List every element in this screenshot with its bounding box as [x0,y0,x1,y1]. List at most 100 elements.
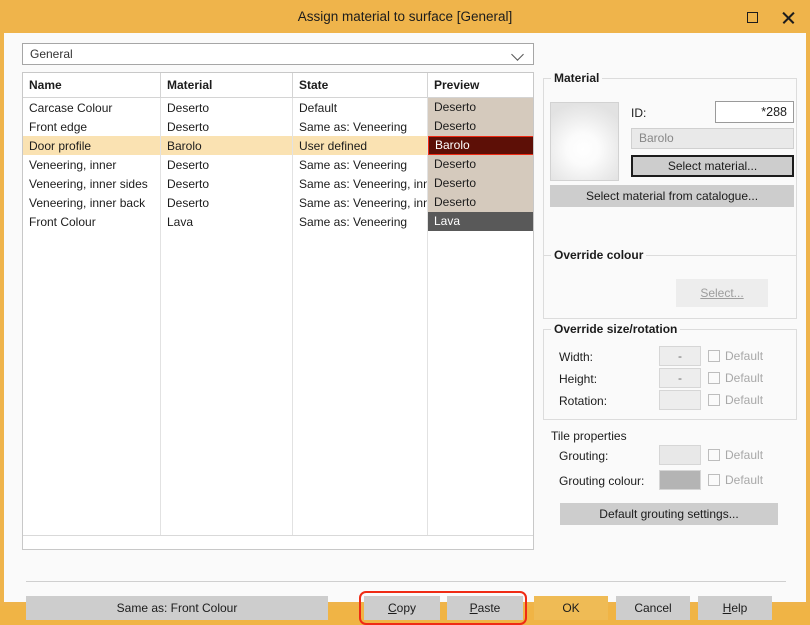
copy-button[interactable]: Copy [364,596,440,620]
table-row[interactable]: Veneering, inner sidesDesertoSame as: Ve… [23,174,534,193]
cell-preview: Deserto [428,155,535,174]
cell-material: Deserto [161,193,293,212]
chevron-down-icon [513,49,525,61]
surface-table[interactable]: Name Material State Preview Carcase Colo… [22,72,534,550]
tile-properties-title: Tile properties [551,429,627,443]
preview-swatch[interactable]: Lava [428,212,534,231]
table-filler-row [23,383,534,402]
column-header-material[interactable]: Material [161,73,293,98]
same-as-label: Same as: Front Colour [117,601,238,615]
table-filler-row [23,231,534,250]
rotation-label: Rotation: [559,394,607,408]
help-button[interactable]: Help [698,596,772,620]
preview-swatch[interactable]: Deserto [428,193,534,212]
material-id-field[interactable]: *288 [715,101,794,123]
checkbox-icon [708,350,720,362]
close-button[interactable] [774,6,802,28]
cell-name: Front Colour [23,212,161,231]
ok-label: OK [562,601,579,615]
width-label: Width: [559,350,593,364]
table-row[interactable]: Veneering, inner backDesertoSame as: Ven… [23,193,534,212]
preview-swatch[interactable]: Barolo [428,136,534,155]
cell-state: Same as: Veneering [293,117,428,136]
table-filler-row [23,345,534,364]
grouting-swatch[interactable] [659,445,701,465]
table-filler-row [23,478,534,497]
table-filler-row [23,497,534,516]
cell-state: Same as: Veneering [293,155,428,174]
material-name-field[interactable]: Barolo [631,128,794,149]
column-header-name[interactable]: Name [23,73,161,98]
table-filler-row [23,459,534,478]
table-row[interactable]: Door profileBaroloUser definedBarolo [23,136,534,155]
table-filler-row [23,269,534,288]
width-input[interactable]: - [659,346,701,366]
table-row[interactable]: Carcase ColourDesertoDefaultDeserto [23,98,534,118]
category-dropdown[interactable]: General [22,43,534,65]
paste-button[interactable]: Paste [447,596,523,620]
grouting-label: Grouting: [559,449,608,463]
ok-button[interactable]: OK [534,596,608,620]
cancel-label: Cancel [634,601,671,615]
material-id-label: ID: [631,106,646,120]
table-filler-row [23,288,534,307]
footer-divider [26,581,786,582]
table-filler-row [23,440,534,459]
maximize-icon [747,12,758,23]
table-filler-row [23,516,534,536]
same-as-front-colour-button[interactable]: Same as: Front Colour [26,596,328,620]
table-row[interactable]: Veneering, inner DesertoSame as: Veneerin… [23,155,534,174]
override-colour-select-label: Select... [700,286,743,300]
cell-material: Deserto [161,98,293,118]
height-default-checkbox[interactable]: Default [708,368,763,388]
override-colour-title: Override colour [551,248,646,262]
cell-material: Deserto [161,117,293,136]
column-header-preview[interactable]: Preview [428,73,535,98]
width-default-label: Default [725,349,763,363]
width-default-checkbox[interactable]: Default [708,346,763,366]
checkbox-icon [708,449,720,461]
height-input[interactable]: - [659,368,701,388]
column-header-state[interactable]: State [293,73,428,98]
cell-preview: Deserto [428,98,535,118]
dialog-body: General Name Material State Preview Carc… [4,33,806,602]
grouting-colour-swatch[interactable] [659,470,701,490]
checkbox-icon [708,474,720,486]
rotation-default-checkbox[interactable]: Default [708,390,763,410]
height-label: Height: [559,372,597,386]
preview-swatch[interactable]: Deserto [428,155,534,174]
cell-state: User defined [293,136,428,155]
table-filler-row [23,421,534,440]
cell-name: Veneering, inner back [23,193,161,212]
cell-name: Door profile [23,136,161,155]
checkbox-icon [708,394,720,406]
cancel-button[interactable]: Cancel [616,596,690,620]
override-colour-select-button[interactable]: Select... [676,279,768,307]
table-filler-row [23,250,534,269]
select-material-button[interactable]: Select material... [631,155,794,177]
default-grouting-settings-button[interactable]: Default grouting settings... [560,503,778,525]
cell-material: Deserto [161,174,293,193]
grouting-colour-default-checkbox[interactable]: Default [708,470,763,490]
grouting-colour-label: Grouting colour: [559,474,644,488]
rotation-input[interactable] [659,390,701,410]
table-row[interactable]: Front ColourLavaSame as: VeneeringLava [23,212,534,231]
table-filler-row [23,364,534,383]
table-row[interactable]: Front edgeDesertoSame as: VeneeringDeser… [23,117,534,136]
preview-swatch[interactable]: Deserto [428,174,534,193]
cell-preview: Barolo [428,136,535,155]
close-icon [782,11,795,24]
title-bar: Assign material to surface [General] [0,0,810,33]
maximize-button[interactable] [738,6,766,28]
cell-name: Veneering, inner [23,155,161,174]
cell-state: Default [293,98,428,118]
material-group-title: Material [551,71,602,85]
grouting-default-checkbox[interactable]: Default [708,445,763,465]
category-dropdown-value: General [30,44,73,64]
select-material-from-catalogue-button[interactable]: Select material from catalogue... [550,185,794,207]
cell-preview: Deserto [428,193,535,212]
preview-swatch[interactable]: Deserto [428,98,534,117]
preview-swatch[interactable]: Deserto [428,117,534,136]
table-body: Carcase ColourDesertoDefaultDesertoFront… [23,98,534,536]
grouting-default-label: Default [725,448,763,462]
